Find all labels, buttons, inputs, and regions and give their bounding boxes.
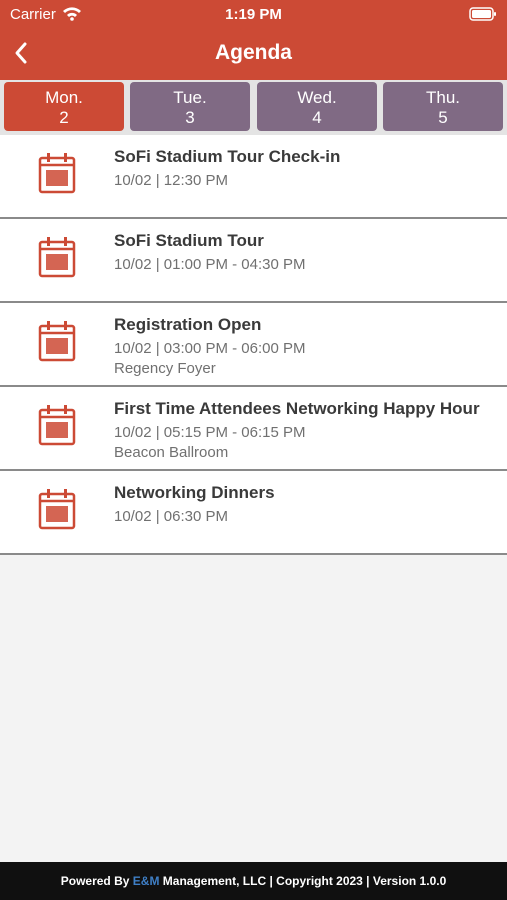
agenda-item-location: Regency Foyer: [114, 360, 216, 377]
header: Carrier 1:19 PM Agenda: [0, 0, 507, 80]
agenda-item[interactable]: First Time Attendees Networking Happy Ho…: [0, 387, 507, 471]
page-title: Agenda: [214, 41, 292, 64]
footer: Powered By E&M Management, LLC | Copyrig…: [0, 862, 507, 900]
calendar-icon: [38, 153, 76, 194]
agenda-item-title: Registration Open: [114, 315, 262, 334]
calendar-icon: [38, 321, 76, 362]
tab-day-number: 2: [59, 108, 69, 127]
agenda-item-time: 10/02 | 12:30 PM: [114, 172, 228, 189]
tab-day-number: 4: [312, 108, 322, 127]
agenda-item[interactable]: SoFi Stadium Tour 10/02 | 01:00 PM - 04:…: [0, 219, 507, 303]
footer-prefix: Powered By: [60, 874, 133, 888]
agenda-item[interactable]: Networking Dinners 10/02 | 06:30 PM: [0, 471, 507, 555]
tab-thu[interactable]: Thu. 5: [383, 82, 503, 131]
calendar-icon: [38, 237, 76, 278]
tab-wed[interactable]: Wed. 4: [257, 82, 377, 131]
status-bar: Carrier 1:19 PM: [0, 0, 507, 28]
agenda-item-title: Networking Dinners: [114, 483, 275, 502]
tab-day-name: Tue.: [173, 88, 207, 107]
tab-day-name: Mon.: [45, 88, 83, 107]
agenda-item-time: 10/02 | 06:30 PM: [114, 508, 228, 525]
tab-tue[interactable]: Tue. 3: [130, 82, 250, 131]
calendar-icon: [38, 489, 76, 530]
agenda-item-title: First Time Attendees Networking Happy Ho…: [114, 399, 480, 418]
day-tabs: Mon. 2 Tue. 3 Wed. 4 Thu. 5: [0, 80, 507, 135]
tab-day-name: Wed.: [297, 88, 337, 107]
agenda-item-title: SoFi Stadium Tour: [114, 231, 264, 250]
calendar-icon: [38, 405, 76, 446]
agenda-item[interactable]: Registration Open 10/02 | 03:00 PM - 06:…: [0, 303, 507, 387]
agenda-item-time: 10/02 | 01:00 PM - 04:30 PM: [114, 256, 306, 273]
status-time: 1:19 PM: [225, 6, 282, 23]
agenda-item-location: Beacon Ballroom: [114, 444, 229, 461]
tab-mon[interactable]: Mon. 2: [4, 82, 124, 131]
nav-bar: Agenda: [0, 28, 507, 80]
agenda-list: SoFi Stadium Tour Check-in 10/02 | 12:30…: [0, 135, 507, 555]
footer-suffix: Management, LLC | Copyright 2023 | Versi…: [159, 874, 447, 888]
tab-day-name: Thu.: [425, 88, 461, 107]
footer-brand: E&M: [132, 874, 160, 888]
battery-icon: [469, 7, 496, 21]
tab-day-number: 3: [185, 108, 195, 127]
agenda-item-time: 10/02 | 03:00 PM - 06:00 PM: [114, 340, 306, 357]
agenda-item-time: 10/02 | 05:15 PM - 06:15 PM: [114, 424, 306, 441]
agenda-item-title: SoFi Stadium Tour Check-in: [114, 147, 341, 166]
tab-day-number: 5: [438, 108, 448, 127]
agenda-item[interactable]: SoFi Stadium Tour Check-in 10/02 | 12:30…: [0, 135, 507, 219]
